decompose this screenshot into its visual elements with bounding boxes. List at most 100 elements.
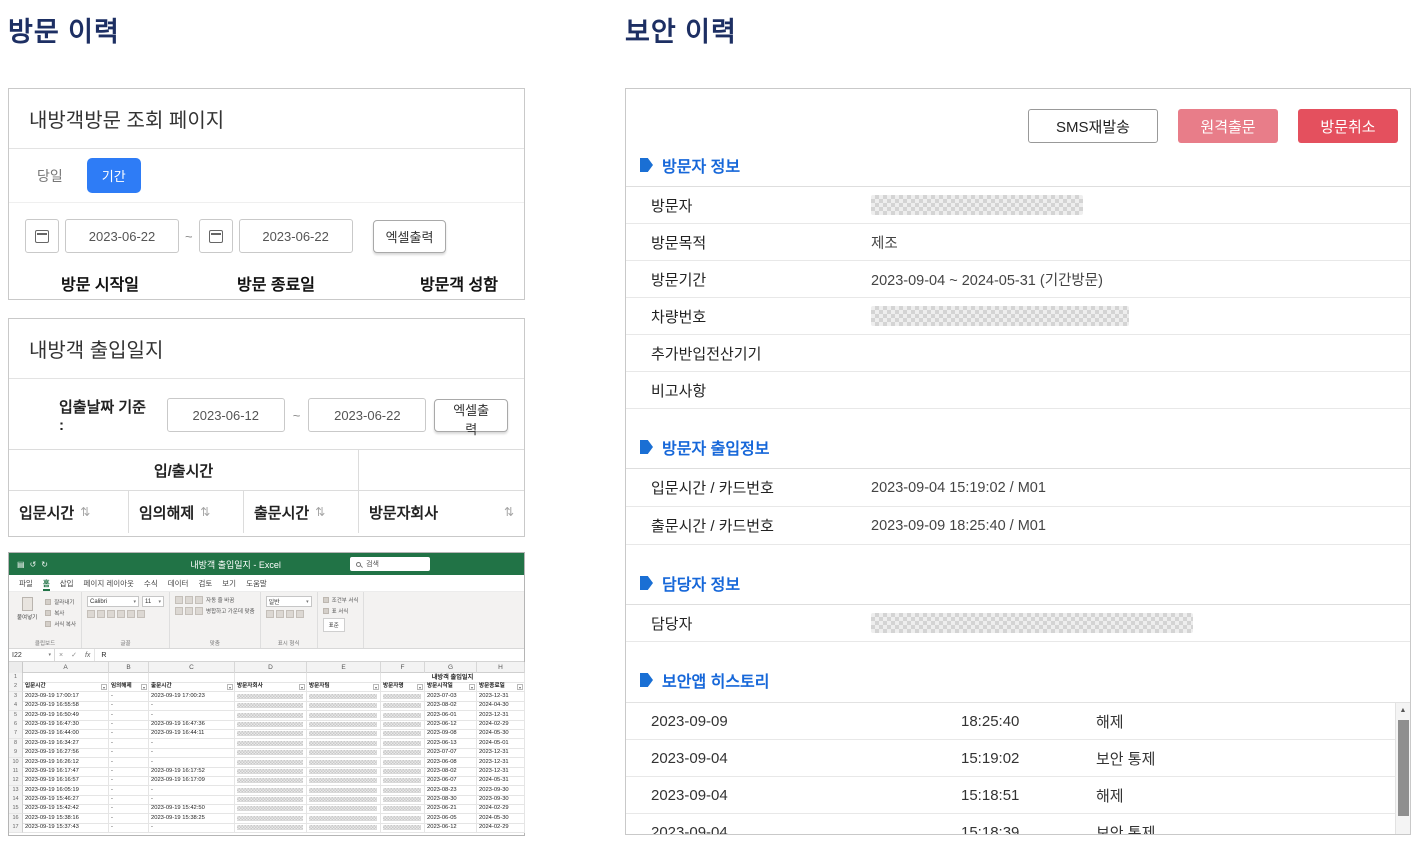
excel-menu-item[interactable]: 삽입 [60, 578, 74, 589]
quick-access-icon[interactable]: ↻ [41, 560, 48, 569]
end-date-input[interactable] [238, 219, 353, 253]
paste-button[interactable]: 붙여넣기 [14, 596, 40, 638]
sheet-header-label: 방문시작일 [427, 683, 453, 690]
column-letter[interactable]: D [235, 662, 307, 673]
excel-menu-item[interactable]: 수식 [144, 578, 158, 589]
column-header-strip: ABCDEFGH [9, 662, 525, 673]
sheet-header-label: 방문자팀 [309, 683, 330, 690]
cancel-icon[interactable]: × [59, 652, 63, 659]
result-column-header: 방문 시작일 [60, 277, 140, 294]
info-value: 제조 [871, 235, 898, 252]
column-letter[interactable]: A [23, 662, 109, 673]
sheet-header-label: 출문시간 [151, 683, 172, 690]
history-time: 15:18:39 [961, 823, 1020, 835]
excel-search-box[interactable]: 검색 [350, 557, 431, 571]
entry-exit-time-header: 입/출시간 [9, 450, 359, 490]
history-scrollbar[interactable]: ▲ ▼ [1395, 703, 1411, 834]
enter-icon[interactable]: ✓ [71, 651, 77, 659]
number-format-combo[interactable]: 일반 ▾ [265, 596, 312, 607]
start-date-calendar-button[interactable] [25, 219, 59, 253]
access-info-heading: 방문자 출입정보 [640, 435, 1410, 459]
clipboard-mini-label: 잘라내기 [54, 600, 75, 606]
redacted-cell [235, 823, 307, 834]
log-end-date-input[interactable] [308, 398, 427, 432]
sort-icon[interactable]: ⇅ [504, 505, 514, 519]
filter-icon[interactable]: ▾ [373, 683, 379, 690]
log-start-date-input[interactable] [166, 398, 285, 432]
sort-icon[interactable]: ⇅ [315, 505, 325, 519]
font-size-combo[interactable]: 11 ▾ [142, 596, 165, 607]
log-column-header[interactable]: 출문시간 ⇅ [244, 491, 359, 533]
log-column-header[interactable]: 임의해제 ⇅ [129, 491, 244, 533]
quick-access-icon[interactable]: ↺ [30, 560, 37, 569]
scrollbar-thumb[interactable] [1397, 720, 1409, 816]
clipboard-mini-button[interactable]: 잘라내기 [45, 598, 76, 606]
align-buttons[interactable] [175, 596, 204, 604]
clipboard-mini-icon [45, 621, 52, 627]
log-date-filter-row: 입출날짜 기준 : ~ 엑셀출력 [9, 379, 524, 449]
format-as-table-button[interactable]: 표 서식 [322, 607, 359, 615]
excel-export-button[interactable]: 엑셀출력 [372, 219, 447, 253]
result-column-headers: 방문 시작일 방문 종료일 방문객 성함 [9, 263, 524, 295]
filter-icon[interactable]: ▾ [101, 683, 107, 690]
name-box[interactable]: I22 ▾ [9, 649, 55, 661]
excel-menu-item[interactable]: 페이지 레이아웃 [84, 578, 134, 589]
tab-period[interactable]: 기간 [86, 158, 141, 193]
visit-cancel-button[interactable]: 방문취소 [1298, 109, 1398, 143]
start-date-input[interactable] [65, 219, 179, 253]
access-log-panel: 내방객 출입일지 입출날짜 기준 : ~ 엑셀출력 입/출시간 입문시간 ⇅ [8, 318, 525, 537]
column-letter[interactable]: E [307, 662, 381, 673]
column-letter[interactable]: G [425, 662, 477, 673]
column-letter[interactable]: B [109, 662, 149, 673]
quick-access-icon[interactable]: ▤ [17, 560, 25, 569]
select-all-corner[interactable] [9, 662, 23, 673]
sort-icon[interactable]: ⇅ [200, 505, 210, 519]
excel-menu-item[interactable]: 보기 [222, 578, 236, 589]
insert-function-icon[interactable]: fx [85, 652, 90, 659]
row-number: 17 [9, 823, 23, 834]
excel-menu-item[interactable]: 도움말 [246, 578, 267, 589]
column-letter[interactable]: F [381, 662, 425, 673]
filter-icon[interactable]: ▾ [417, 683, 423, 690]
end-date-calendar-button[interactable] [198, 219, 233, 253]
security-app-history-heading: 보안앱 히스토리 [640, 668, 1410, 692]
font-name-combo[interactable]: Calibri ▾ [87, 596, 140, 607]
info-label: 출문시간 / 카드번호 [651, 518, 774, 535]
filter-icon[interactable]: ▾ [517, 683, 523, 690]
formula-value[interactable]: R [94, 649, 524, 661]
clipboard-mini-button[interactable]: 서식 복사 [45, 620, 76, 628]
remote-exit-button[interactable]: 원격출문 [1178, 109, 1278, 143]
wrap-text-button[interactable]: 자동 줄 바꿈 [206, 596, 234, 604]
font-style-buttons[interactable] [87, 610, 164, 618]
indent-buttons[interactable] [175, 607, 204, 615]
sms-resend-button[interactable]: SMS재발송 [1028, 109, 1158, 143]
log-column-header[interactable]: 방문자회사 ⇅ [359, 491, 524, 533]
access-info-heading-label: 방문자 출입정보 [662, 441, 770, 458]
excel-menu-item[interactable]: 홈 [43, 578, 50, 589]
scroll-up-button[interactable]: ▲ [1396, 703, 1411, 718]
tab-today[interactable]: 당일 [37, 166, 63, 186]
number-buttons[interactable] [265, 610, 312, 618]
log-column-label: 임의해제 [139, 504, 195, 522]
excel-menu-item[interactable]: 검토 [198, 578, 212, 589]
log-excel-export-button[interactable]: 엑셀출력 [434, 398, 508, 437]
clipboard-mini-button[interactable]: 복사 [45, 609, 76, 617]
log-column-header[interactable]: 입문시간 ⇅ [9, 491, 129, 533]
filter-icon[interactable]: ▾ [227, 683, 233, 690]
excel-menu-item[interactable]: 파일 [19, 578, 33, 589]
sort-icon[interactable]: ⇅ [80, 505, 90, 519]
history-date: 2023-09-04 [651, 823, 728, 835]
filter-icon[interactable]: ▾ [299, 683, 305, 690]
cell-style-normal[interactable]: 표준 [322, 618, 345, 632]
sheet-data-row: 16 2023-09-19 15:38:16 - 2023-09-19 15:3… [9, 813, 525, 824]
info-value [871, 195, 1083, 215]
column-letter[interactable]: C [149, 662, 235, 673]
column-letter[interactable]: H [477, 662, 525, 673]
info-label: 담당자 [651, 615, 693, 633]
excel-menu-item[interactable]: 데이터 [168, 578, 189, 589]
filter-icon[interactable]: ▾ [469, 683, 475, 690]
conditional-format-button[interactable]: 조건부 서식 [322, 596, 358, 604]
sheet-cell: - [149, 823, 235, 834]
filter-icon[interactable]: ▾ [141, 683, 147, 690]
merge-center-button[interactable]: 병합하고 가운데 맞춤 [206, 607, 255, 615]
